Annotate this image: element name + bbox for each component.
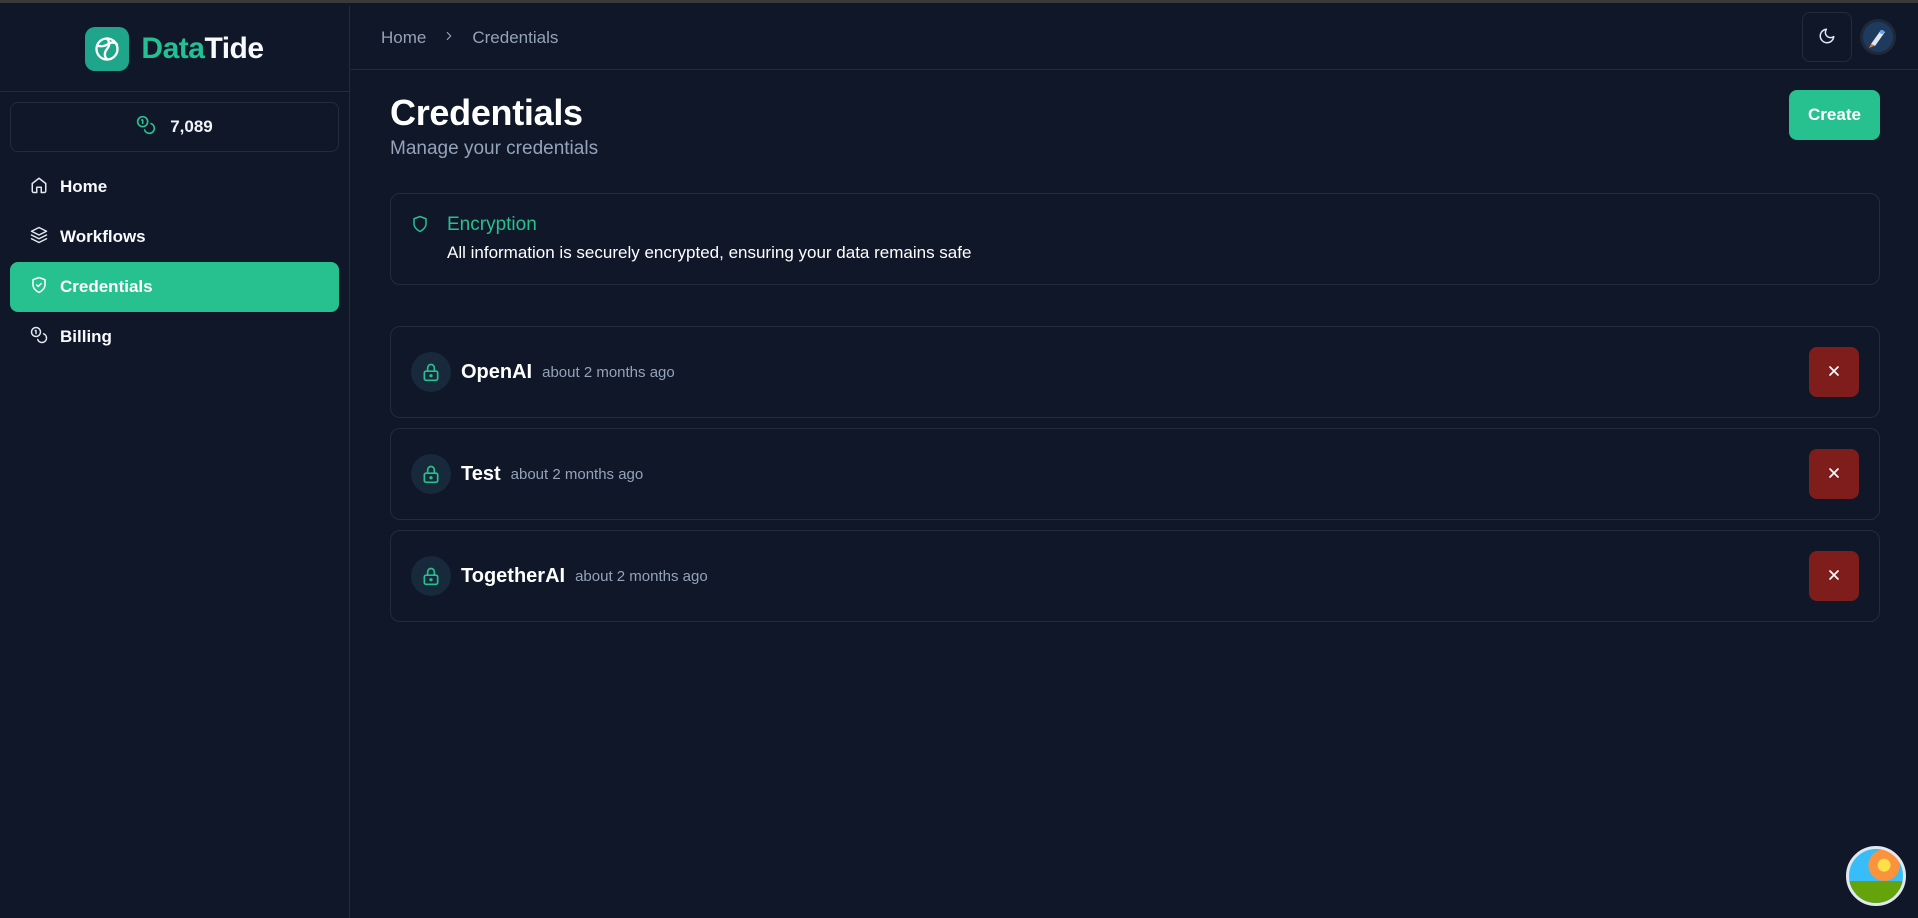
page-subtitle: Manage your credentials xyxy=(390,138,599,159)
floating-assistant-button[interactable] xyxy=(1846,846,1906,906)
lock-icon xyxy=(411,454,451,494)
coins-icon xyxy=(136,115,156,140)
top-actions xyxy=(1802,12,1896,62)
app-root: DataTide 7,089 Home Workflows Credential… xyxy=(0,0,1918,918)
credential-time: about 2 months ago xyxy=(575,567,708,585)
alert-description: All information is securely encrypted, e… xyxy=(447,243,972,262)
credits-balance[interactable]: 7,089 xyxy=(10,102,339,152)
brand-name-part2: Tide xyxy=(204,31,264,65)
avatar[interactable] xyxy=(1860,19,1896,55)
credentials-list: OpenAI about 2 months ago Test about 2 m… xyxy=(390,326,1880,622)
sidebar-item-home[interactable]: Home xyxy=(10,162,339,212)
topbar: Home Credentials xyxy=(351,6,1918,70)
delete-credential-button[interactable] xyxy=(1809,449,1859,499)
chevron-right-icon xyxy=(442,28,456,48)
lock-icon xyxy=(411,352,451,392)
credential-name: OpenAI xyxy=(461,360,533,383)
create-button[interactable]: Create xyxy=(1789,90,1880,140)
layers-icon xyxy=(30,226,48,249)
coins-icon xyxy=(30,326,48,349)
credential-card: OpenAI about 2 months ago xyxy=(390,326,1880,418)
credential-time: about 2 months ago xyxy=(510,465,644,483)
page-title: Credentials xyxy=(390,92,583,133)
sidebar-item-workflows[interactable]: Workflows xyxy=(10,212,339,262)
brand-name: DataTide xyxy=(141,31,264,66)
sidebar-item-label: Home xyxy=(60,177,108,196)
breadcrumb-current[interactable]: Credentials xyxy=(472,28,558,48)
sidebar-nav: Home Workflows Credentials Billing xyxy=(0,162,349,362)
credential-name: Test xyxy=(461,462,501,485)
credential-card: TogetherAI about 2 months ago xyxy=(390,530,1880,622)
credential-name: TogetherAI xyxy=(461,564,566,587)
main-content: Credentials Manage your credentials Crea… xyxy=(390,71,1880,632)
sidebar-item-credentials[interactable]: Credentials xyxy=(10,262,339,312)
close-icon xyxy=(1826,567,1842,586)
shield-icon xyxy=(411,215,429,238)
shield-check-icon xyxy=(30,276,48,299)
brand-name-part1: Data xyxy=(141,31,205,65)
home-icon xyxy=(30,176,48,199)
credits-value: 7,089 xyxy=(170,117,213,136)
close-icon xyxy=(1826,363,1842,382)
moon-icon xyxy=(1818,27,1836,48)
breadcrumb: Home Credentials xyxy=(381,28,558,48)
delete-credential-button[interactable] xyxy=(1809,551,1859,601)
alert-title: Encryption xyxy=(447,214,537,235)
sidebar: DataTide 7,089 Home Workflows Credential… xyxy=(0,6,350,918)
credential-time: about 2 months ago xyxy=(542,363,675,381)
theme-toggle-button[interactable] xyxy=(1802,12,1852,62)
breadcrumb-home[interactable]: Home xyxy=(381,28,426,48)
sidebar-item-label: Credentials xyxy=(60,277,153,296)
credential-card: Test about 2 months ago xyxy=(390,428,1880,520)
logo[interactable]: DataTide xyxy=(0,6,349,92)
sidebar-item-label: Billing xyxy=(60,327,112,346)
logo-icon xyxy=(85,26,130,71)
encryption-alert: Encryption All information is securely e… xyxy=(390,193,1880,285)
sidebar-item-label: Workflows xyxy=(60,227,146,246)
delete-credential-button[interactable] xyxy=(1809,347,1859,397)
sidebar-item-billing[interactable]: Billing xyxy=(10,312,339,362)
close-icon xyxy=(1826,465,1842,484)
lock-icon xyxy=(411,556,451,596)
